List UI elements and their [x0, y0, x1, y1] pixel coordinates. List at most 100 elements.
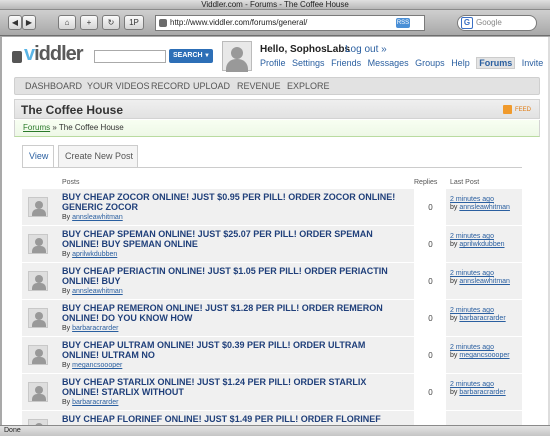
forward-button[interactable]: ▶ [22, 15, 36, 30]
by-label: By [62, 325, 71, 332]
post-title[interactable]: BUY CHEAP SPEMAN ONLINE! JUST $25.07 PER… [62, 229, 402, 249]
last-post-author-link[interactable]: barbaracrarder [459, 315, 505, 322]
author-avatar[interactable] [28, 234, 48, 254]
site-search-button[interactable]: SEARCH ▼ [169, 49, 213, 63]
feed-link[interactable]: FEED [502, 105, 531, 114]
post-title[interactable]: BUY CHEAP REMERON ONLINE! JUST $1.28 PER… [62, 303, 402, 323]
last-post-author-link[interactable]: annsleawhitman [459, 204, 510, 211]
last-post-time-link[interactable]: 2 minutes ago [450, 270, 510, 278]
breadcrumb-separator: » [52, 123, 57, 132]
post-title[interactable]: BUY CHEAP STARLIX ONLINE! JUST $1.24 PER… [62, 377, 402, 397]
table-row: BUY CHEAP FLORINEF ONLINE! JUST $1.49 PE… [22, 411, 522, 425]
tab-create-new-post[interactable]: Create New Post [58, 145, 138, 167]
nav-your-videos[interactable]: YOUR VIDEOS [87, 81, 150, 91]
reply-count: 0 [414, 300, 446, 337]
post-title[interactable]: BUY CHEAP PERIACTIN ONLINE! JUST $1.05 P… [62, 266, 402, 286]
address-bar[interactable]: http://www.viddler.com/forums/general/ R… [155, 15, 425, 31]
viddler-logo[interactable]: viddler [12, 43, 84, 66]
author-avatar[interactable] [28, 382, 48, 402]
post-title[interactable]: BUY CHEAP FLORINEF ONLINE! JUST $1.49 PE… [62, 414, 402, 424]
by-label: By [62, 214, 71, 221]
post-author-link[interactable]: annsleawhitman [72, 214, 123, 221]
avatar-head-icon [35, 312, 43, 320]
post-author-link[interactable]: annsleawhitman [72, 288, 123, 295]
user-nav-forums[interactable]: Forums [476, 57, 516, 69]
user-nav-profile[interactable]: Profile [260, 58, 286, 68]
user-nav: Profile Settings Friends Messages Groups… [260, 57, 547, 69]
breadcrumb-forums-link[interactable]: Forums [23, 123, 50, 132]
last-post-time-link[interactable]: 2 minutes ago [450, 381, 506, 389]
reply-count: 0 [414, 337, 446, 374]
nav-dashboard[interactable]: DASHBOARD [25, 81, 82, 91]
nav-upload[interactable]: UPLOAD [193, 81, 230, 91]
user-nav-settings[interactable]: Settings [292, 58, 325, 68]
post-title[interactable]: BUY CHEAP ULTRAM ONLINE! JUST $0.39 PER … [62, 340, 402, 360]
last-post-time-link[interactable]: 2 minutes ago [450, 196, 510, 204]
author-avatar[interactable] [28, 345, 48, 365]
user-nav-invite[interactable]: Invite [522, 58, 544, 68]
post-author-link[interactable]: aprilwkdubben [72, 251, 117, 258]
avatar-head-icon [35, 201, 43, 209]
add-bookmark-button[interactable]: + [80, 15, 98, 30]
reply-count [414, 411, 446, 425]
reply-count: 0 [414, 189, 446, 226]
last-post-time-link[interactable]: 2 minutes ago [450, 233, 505, 241]
chevron-down-icon[interactable]: ▼ [204, 49, 210, 63]
last-by-label: by [450, 278, 458, 285]
nav-revenue[interactable]: REVENUE [237, 81, 281, 91]
last-post-info: 2 minutes ago by aprilwkdubben [450, 233, 505, 249]
browser-search-placeholder: Google [476, 18, 502, 27]
post-byline: By barbaracrarder [62, 399, 118, 406]
last-post-info: 2 minutes ago by barbaracrarder [450, 381, 506, 397]
last-by-label: by [450, 241, 458, 248]
user-nav-help[interactable]: Help [451, 58, 470, 68]
reload-icon[interactable]: ↻ [102, 15, 120, 30]
table-row: BUY CHEAP ZOCOR ONLINE! JUST $0.95 PER P… [22, 189, 522, 226]
avatar-body-icon [226, 59, 248, 72]
back-button[interactable]: ◀ [8, 15, 22, 30]
post-byline: By barbaracrarder [62, 325, 118, 332]
camera-icon [12, 51, 22, 63]
avatar-body-icon [32, 394, 46, 401]
last-post-time-link[interactable]: 2 minutes ago [450, 344, 510, 352]
reply-count: 0 [414, 374, 446, 411]
last-post-time-link[interactable]: 2 minutes ago [450, 307, 506, 315]
nav-record[interactable]: RECORD [151, 81, 190, 91]
post-author-link[interactable]: barbaracrarder [72, 399, 118, 406]
logout-link[interactable]: Log out » [345, 44, 387, 55]
rss-icon[interactable]: RSS [396, 18, 410, 28]
nav-explore[interactable]: EXPLORE [287, 81, 330, 91]
avatar-body-icon [32, 320, 46, 327]
tab-divider [22, 167, 522, 168]
site-search-button-label: SEARCH [173, 52, 203, 59]
browser-search-input[interactable]: G Google [457, 15, 537, 31]
post-author-link[interactable]: megancsoooper [72, 362, 122, 369]
last-post-author-link[interactable]: annsleawhitman [459, 278, 510, 285]
user-nav-messages[interactable]: Messages [368, 58, 409, 68]
avatar-body-icon [32, 357, 46, 364]
author-avatar[interactable] [28, 271, 48, 291]
forum-header: The Coffee House FEED [14, 99, 540, 119]
bookmarks-button[interactable]: 1P [124, 15, 144, 30]
last-post-info: 2 minutes ago by barbaracrarder [450, 307, 506, 323]
column-replies: Replies [414, 179, 438, 186]
site-search-input[interactable] [94, 50, 166, 63]
home-button[interactable]: ⌂ [58, 15, 76, 30]
user-nav-groups[interactable]: Groups [415, 58, 445, 68]
last-post-author-link[interactable]: megancsoooper [459, 352, 509, 359]
avatar-head-icon [35, 386, 43, 394]
last-post-author-link[interactable]: aprilwkdubben [459, 241, 504, 248]
post-author-link[interactable]: barbaracrarder [72, 325, 118, 332]
avatar-head-icon [35, 349, 43, 357]
last-post-author-link[interactable]: barbaracrarder [459, 389, 505, 396]
tab-view[interactable]: View [22, 145, 54, 167]
forum-title: The Coffee House [21, 103, 124, 117]
author-avatar[interactable] [28, 308, 48, 328]
author-avatar[interactable] [28, 197, 48, 217]
post-title[interactable]: BUY CHEAP ZOCOR ONLINE! JUST $0.95 PER P… [62, 192, 402, 212]
google-icon: G [461, 17, 473, 29]
column-last-post: Last Post [450, 179, 480, 186]
user-nav-friends[interactable]: Friends [331, 58, 361, 68]
by-label: By [62, 288, 71, 295]
user-avatar[interactable] [222, 41, 252, 72]
